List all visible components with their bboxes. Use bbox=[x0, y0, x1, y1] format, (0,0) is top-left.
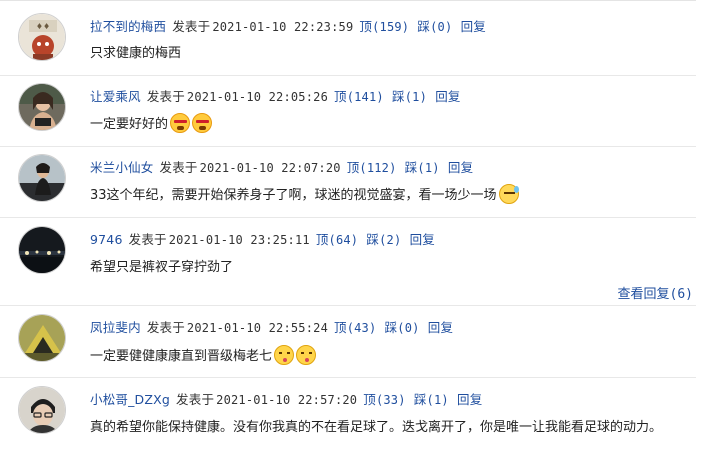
comment-meta: 凤拉斐内 发表于 2021-01-10 22:55:24 顶(43) 踩(0) 回复 bbox=[90, 317, 457, 336]
comment-meta: 9746 发表于 2021-01-10 23:25:11 顶(64) 踩(2) 回复 bbox=[90, 229, 439, 248]
reply-button[interactable]: 回复 bbox=[461, 19, 486, 34]
upvote-button[interactable]: 顶(64) bbox=[316, 232, 358, 247]
comment-datetime: 2021-01-10 23:25:11 bbox=[168, 233, 310, 247]
downvote-button[interactable]: 踩(1) bbox=[405, 160, 440, 175]
published-label: 发表于 bbox=[172, 19, 211, 34]
comment-divider bbox=[0, 377, 696, 378]
reply-button[interactable]: 回复 bbox=[457, 392, 482, 407]
svg-text:♦♦: ♦♦ bbox=[36, 22, 50, 31]
comment-meta: 米兰小仙女 发表于 2021-01-10 22:07:20 顶(112) 踩(1) 回… bbox=[90, 157, 477, 176]
comment-datetime: 2021-01-10 22:23:59 bbox=[212, 20, 354, 34]
top-divider bbox=[0, 0, 696, 1]
downvote-button[interactable]: 踩(0) bbox=[417, 19, 452, 34]
comment-divider bbox=[0, 305, 696, 306]
comment-text: 真的希望你能保持健康。没有你我真的不在看足球了。迭戈离开了，你是唯一让我能看足球… bbox=[90, 420, 663, 435]
kiss-face-emoji bbox=[296, 345, 317, 365]
username-link[interactable]: 让爱乘风 bbox=[90, 89, 141, 104]
upvote-button[interactable]: 顶(43) bbox=[334, 320, 376, 335]
downvote-button[interactable]: 踩(1) bbox=[392, 89, 427, 104]
kiss-face-emoji bbox=[274, 345, 295, 365]
angry-face-emoji bbox=[170, 113, 191, 133]
upvote-button[interactable]: 顶(159) bbox=[359, 19, 409, 34]
comment-text: 一定要好好的 bbox=[90, 113, 696, 136]
comment-text: 一定要健健康康直到晋级梅老七 bbox=[90, 345, 696, 368]
user-avatar[interactable] bbox=[18, 226, 66, 274]
published-label: 发表于 bbox=[159, 160, 198, 175]
downvote-button[interactable]: 踩(0) bbox=[385, 320, 420, 335]
comment-divider bbox=[0, 146, 696, 147]
published-label: 发表于 bbox=[146, 89, 185, 104]
comment-divider bbox=[0, 217, 696, 218]
angry-face-emoji bbox=[192, 113, 213, 133]
upvote-button[interactable]: 顶(33) bbox=[363, 392, 405, 407]
published-label: 发表于 bbox=[176, 392, 215, 407]
comment-datetime: 2021-01-10 22:57:20 bbox=[216, 393, 358, 407]
view-replies-link[interactable]: 查看回复(6) bbox=[618, 283, 694, 302]
downvote-button[interactable]: 踩(1) bbox=[414, 392, 449, 407]
user-avatar[interactable] bbox=[18, 83, 66, 131]
sweat-face-emoji bbox=[498, 184, 519, 204]
username-link[interactable]: 拉不到的梅西 bbox=[90, 19, 166, 34]
comment-datetime: 2021-01-10 22:55:24 bbox=[186, 321, 328, 335]
comment-divider bbox=[0, 75, 696, 76]
reply-button[interactable]: 回复 bbox=[448, 160, 473, 175]
username-link[interactable]: 米兰小仙女 bbox=[90, 160, 154, 175]
username-link[interactable]: 小松哥_DZXg bbox=[90, 392, 170, 407]
username-link[interactable]: 9746 bbox=[90, 232, 123, 247]
comment-meta: 小松哥_DZXg 发表于 2021-01-10 22:57:20 顶(33) 踩(1)… bbox=[90, 389, 486, 408]
comment-text: 希望只是裤衩子穿拧劲了 bbox=[90, 260, 234, 275]
reply-button[interactable]: 回复 bbox=[428, 320, 453, 335]
comment-datetime: 2021-01-10 22:07:20 bbox=[199, 161, 341, 175]
reply-button[interactable]: 回复 bbox=[435, 89, 460, 104]
user-avatar[interactable]: ♦♦ bbox=[18, 13, 66, 61]
user-avatar[interactable] bbox=[18, 154, 66, 202]
username-link[interactable]: 凤拉斐内 bbox=[90, 320, 141, 335]
published-label: 发表于 bbox=[128, 232, 167, 247]
comment-text: 33这个年纪，需要开始保养身子了啊，球迷的视觉盛宴，看一场少一场 bbox=[90, 184, 696, 207]
comment-meta: 拉不到的梅西 发表于 2021-01-10 22:23:59 顶(159) 踩(0) … bbox=[90, 16, 490, 35]
user-avatar[interactable] bbox=[18, 314, 66, 362]
downvote-button[interactable]: 踩(2) bbox=[366, 232, 401, 247]
upvote-button[interactable]: 顶(141) bbox=[334, 89, 384, 104]
upvote-button[interactable]: 顶(112) bbox=[347, 160, 397, 175]
comment-text: 只求健康的梅西 bbox=[90, 46, 182, 61]
comment-datetime: 2021-01-10 22:05:26 bbox=[186, 90, 328, 104]
user-avatar[interactable] bbox=[18, 386, 66, 434]
reply-button[interactable]: 回复 bbox=[410, 232, 435, 247]
published-label: 发表于 bbox=[146, 320, 185, 335]
comment-meta: 让爱乘风 发表于 2021-01-10 22:05:26 顶(141) 踩(1) 回复 bbox=[90, 86, 465, 105]
